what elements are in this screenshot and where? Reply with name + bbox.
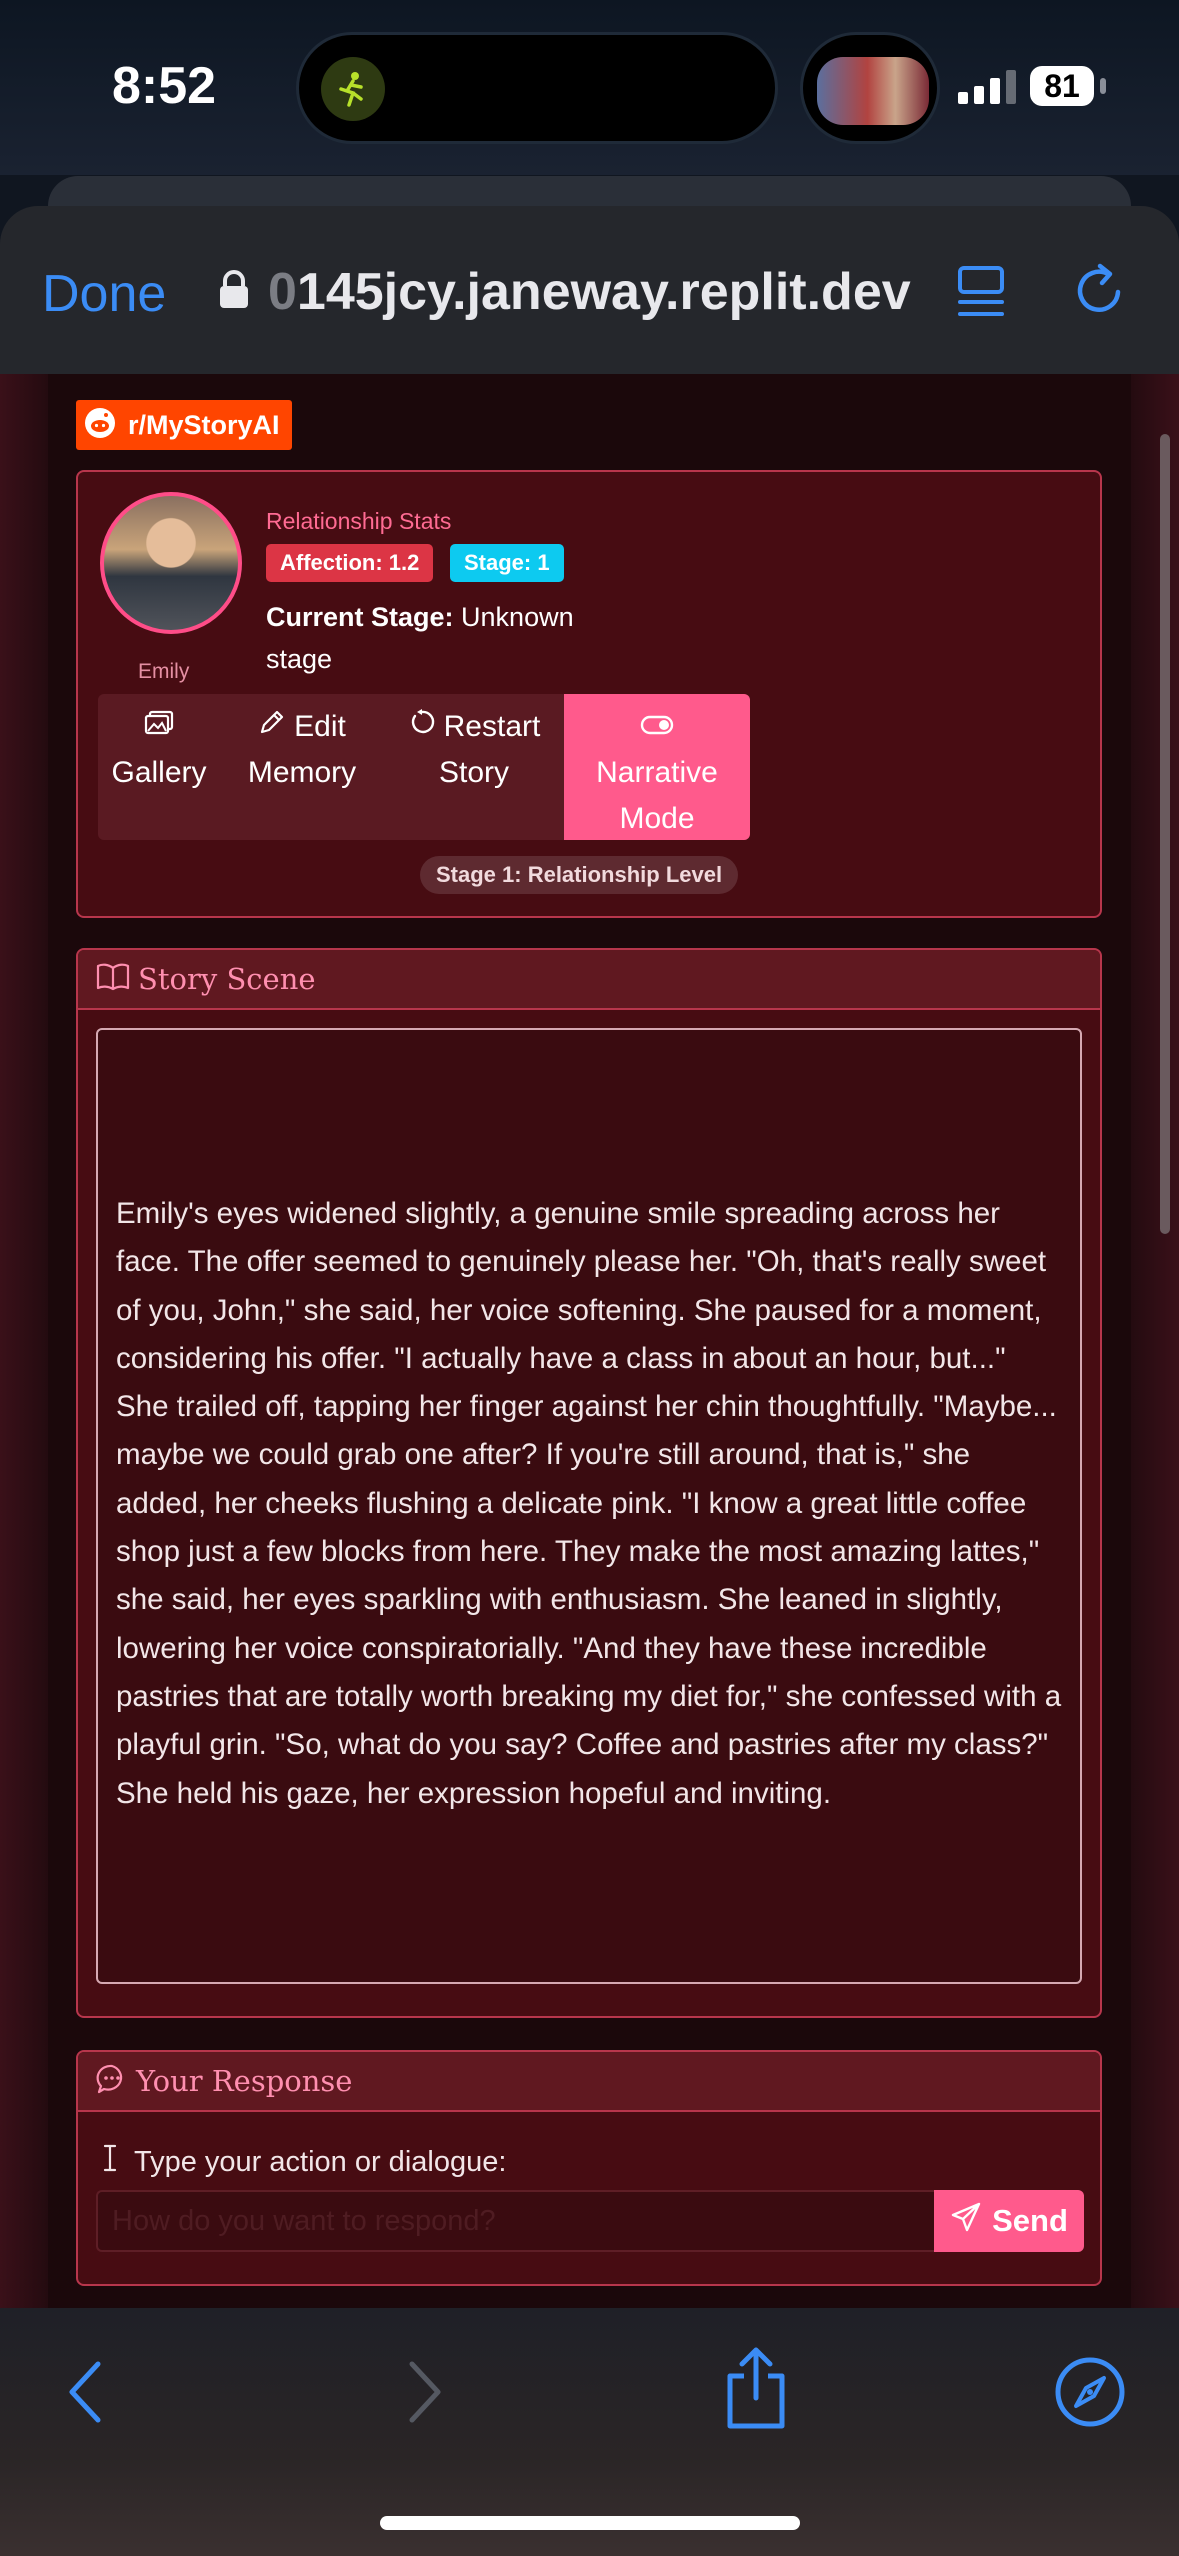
restart-icon [408, 704, 436, 750]
text-cursor-icon [102, 2144, 118, 2180]
cellular-signal-icon [958, 70, 1016, 104]
subreddit-label: r/MyStoryAI [128, 409, 280, 440]
page-edge-right [1131, 374, 1179, 2308]
story-scene-title: Story Scene [138, 962, 316, 996]
narrative-label: Narrative [596, 756, 718, 789]
scrollbar[interactable] [1160, 434, 1170, 1234]
current-stage: Current Stage: Unknown stage [266, 596, 606, 680]
chevron-right-icon[interactable] [404, 2360, 444, 2429]
response-label-text: Type your action or dialogue: [134, 2145, 507, 2178]
story-scene-card: Story Scene Emily's eyes widened slightl… [76, 948, 1102, 2018]
story-scene-box: Emily's eyes widened slightly, a genuine… [96, 1028, 1082, 1984]
book-icon [96, 962, 130, 997]
done-button[interactable]: Done [42, 264, 166, 324]
stage-badge: Stage: 1 [450, 544, 564, 582]
action-button-group: Gallery Edit Memory Restart Story Narrat… [98, 694, 750, 840]
memory-label: Memory [247, 756, 357, 789]
response-title: Your Response [136, 2064, 353, 2098]
profile-card: Emily Relationship Stats Affection: 1.2 … [76, 470, 1102, 918]
response-header: Your Response [78, 2052, 1100, 2112]
edit-memory-button[interactable]: Edit Memory [220, 694, 384, 840]
current-stage-label: Current Stage: [266, 602, 454, 632]
stage-level-pill: Stage 1: Relationship Level [420, 856, 739, 894]
compass-icon[interactable] [1054, 2356, 1126, 2433]
page-edge-left [0, 374, 48, 2308]
subreddit-badge[interactable]: r/MyStoryAI [76, 400, 292, 450]
activity-icon [321, 57, 385, 121]
live-activity-thumbnail [800, 32, 940, 144]
restart-story-button[interactable]: Restart Story [384, 694, 564, 840]
response-input[interactable] [96, 2190, 934, 2252]
avatar[interactable] [100, 492, 242, 634]
status-bar: 8:52 81 [0, 0, 1179, 175]
send-button[interactable]: Send [934, 2190, 1084, 2252]
mode-label: Mode [619, 802, 695, 835]
story-text: Emily's eyes widened slightly, a genuine… [116, 1197, 1062, 1810]
lock-icon [218, 270, 250, 315]
share-icon[interactable] [722, 2346, 790, 2435]
dynamic-island [296, 32, 778, 144]
url-faded-prefix: 0 [268, 263, 297, 321]
response-label: Type your action or dialogue: [102, 2144, 506, 2180]
image-icon [144, 704, 174, 750]
tabs-icon[interactable] [956, 264, 1006, 325]
battery-indicator: 81 [1030, 66, 1094, 106]
url-text: 145jcy.janeway.replit.dev [296, 263, 911, 321]
reload-icon[interactable] [1072, 262, 1128, 323]
battery-nub [1100, 78, 1106, 94]
paper-plane-icon [950, 2201, 982, 2241]
web-page: r/MyStoryAI Emily Relationship Stats Aff… [0, 374, 1179, 2308]
character-name: Emily [138, 660, 190, 683]
clock: 8:52 [112, 57, 217, 115]
story-label: Story [438, 756, 510, 789]
address-bar[interactable]: 0145jcy.janeway.replit.dev [268, 262, 911, 322]
video-thumbnail [817, 57, 929, 125]
story-scene-header: Story Scene [78, 950, 1100, 1010]
browser-toolbar: Done 0145jcy.janeway.replit.dev [0, 206, 1179, 374]
edit-label: Edit [294, 710, 346, 743]
chevron-left-icon[interactable] [66, 2360, 106, 2429]
pencil-icon [258, 704, 286, 750]
chat-bubble-icon [96, 2063, 128, 2100]
narrative-mode-button[interactable]: Narrative Mode [564, 694, 750, 840]
gallery-button[interactable]: Gallery [98, 694, 220, 840]
send-label: Send [992, 2203, 1068, 2238]
home-indicator[interactable] [380, 2516, 800, 2530]
gallery-label: Gallery [111, 756, 207, 789]
restart-label: Restart [443, 710, 541, 743]
stats-title: Relationship Stats [266, 508, 452, 534]
response-card: Your Response Type your action or dialog… [76, 2050, 1102, 2286]
toggle-icon [640, 704, 674, 750]
reddit-icon [84, 407, 116, 444]
affection-badge: Affection: 1.2 [266, 544, 434, 582]
